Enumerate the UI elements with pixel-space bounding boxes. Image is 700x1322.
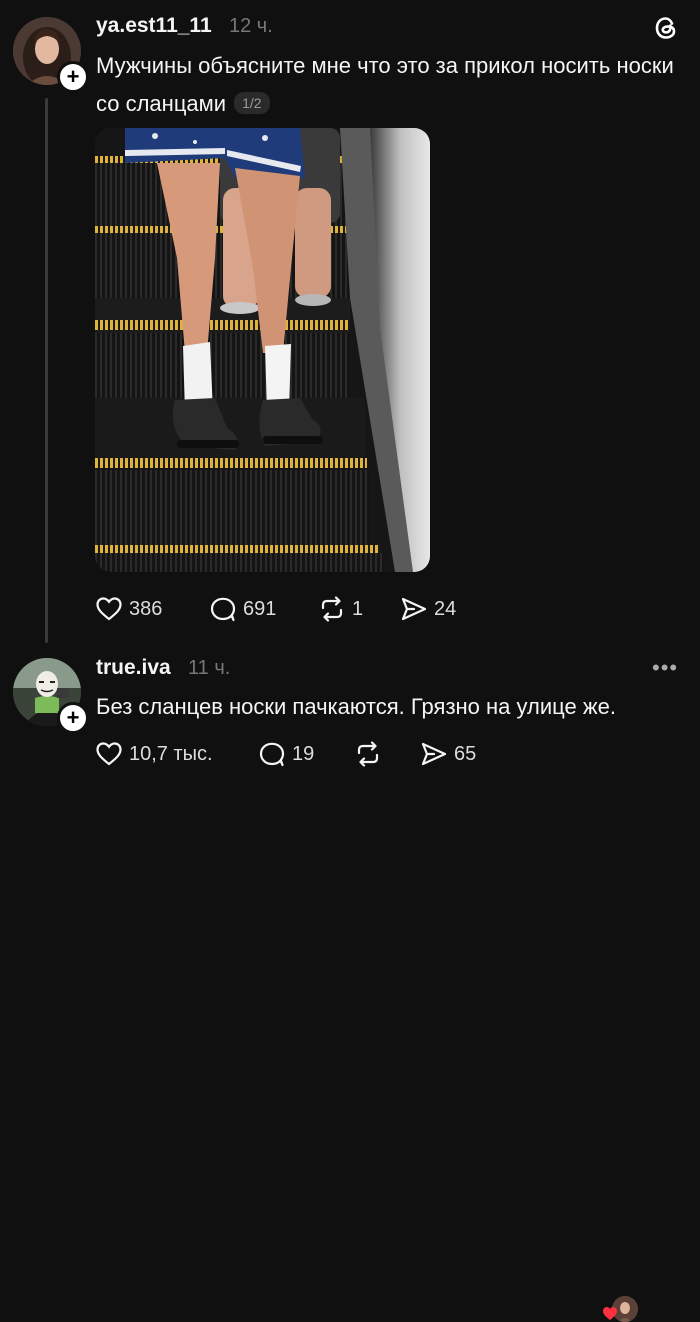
repost-icon [321,596,343,622]
reply-comment-button[interactable]: 19 [258,741,314,767]
reply-comment-count: 19 [292,742,315,765]
post-time: 12 ч. [229,15,273,37]
reply-repost-button[interactable] [354,741,388,767]
share-button[interactable]: 24 [400,596,456,622]
page-indicator: 1/2 [234,92,270,114]
repost-count: 1 [352,597,364,620]
repost-button[interactable]: 1 [318,596,363,622]
reply-like-count: 10,7 тыс. [129,742,213,765]
reply-post: + true.iva 11 ч. ••• Без сланцев носки п… [0,640,700,1322]
reply-text-content: Без сланцев носки пачкаются. Грязно на у… [96,694,616,719]
like-count: 386 [129,597,163,620]
send-icon [401,597,427,621]
follow-plus-icon[interactable]: + [57,702,89,734]
heart-icon [96,597,122,621]
reply-username[interactable]: true.iva [96,656,171,680]
more-icon[interactable]: ••• [652,655,678,681]
post-text-content: Мужчины объясните мне что это за прикол … [96,53,674,116]
follow-plus-icon[interactable]: + [57,61,89,93]
reply-share-count: 65 [454,742,477,765]
comment-bubble-icon [210,597,236,622]
liked-heart-icon [603,1307,617,1320]
post-text: Мужчины объясните мне что это за прикол … [96,47,686,123]
like-button[interactable]: 386 [95,596,162,622]
heart-icon [96,742,122,766]
reply-share-button[interactable]: 65 [420,741,476,767]
thread-line [45,98,48,643]
comment-count: 691 [243,597,277,620]
username[interactable]: ya.est11_11 [96,14,212,38]
post-image[interactable] [95,128,430,572]
reply-time: 11 ч. [188,657,231,679]
repost-icon [357,741,379,767]
share-count: 24 [434,597,457,620]
reply-like-button[interactable]: 10,7 тыс. [95,741,213,767]
main-post: + ya.est11_11 12 ч. Мужчины объясните мн… [0,0,700,643]
comment-bubble-icon [259,742,285,767]
reply-text: Без сланцев носки пачкаются. Грязно на у… [96,688,686,726]
send-icon [421,742,447,766]
comment-button[interactable]: 691 [209,596,276,622]
